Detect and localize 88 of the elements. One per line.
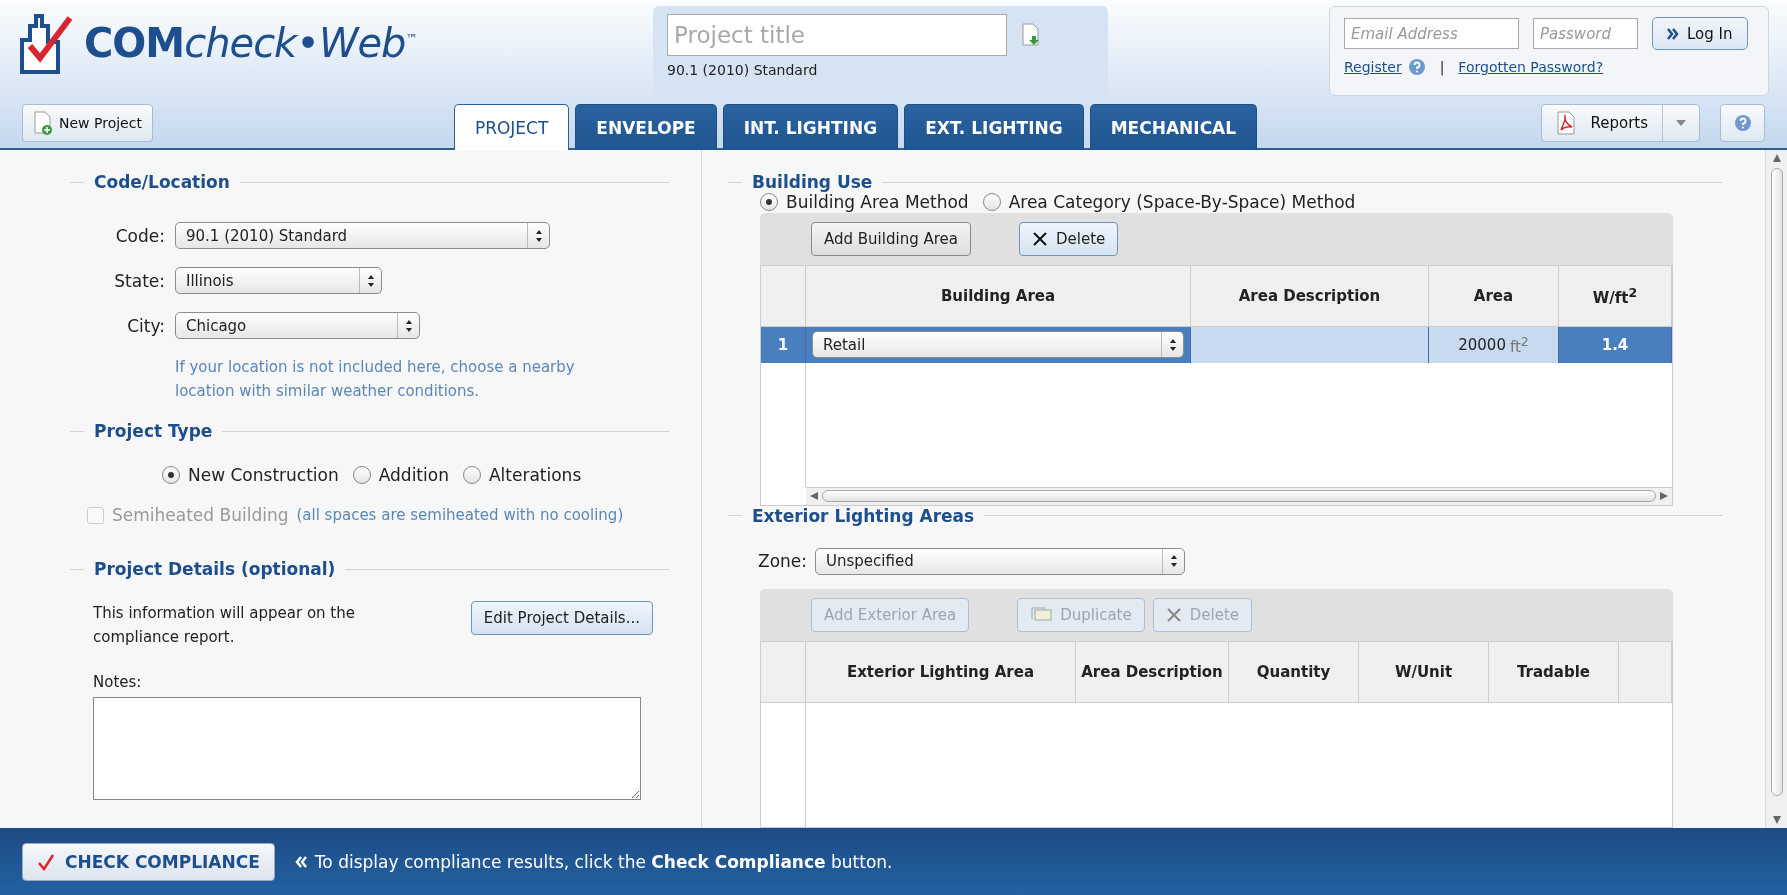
checkmark-icon bbox=[37, 852, 55, 871]
check-compliance-button[interactable]: CHECK COMPLIANCE bbox=[22, 842, 275, 881]
section-title: Exterior Lighting Areas bbox=[752, 506, 975, 526]
note-text: (all spaces are semiheated with no cooling) bbox=[296, 506, 624, 524]
password-field[interactable]: Password bbox=[1533, 18, 1638, 49]
copy-icon bbox=[1030, 607, 1053, 623]
updown-arrow-icon bbox=[366, 273, 375, 288]
radio-label: Area Category (Space-By-Space) Method bbox=[1008, 192, 1356, 213]
column-header: Area bbox=[1429, 265, 1559, 327]
radio-label: Addition bbox=[378, 465, 449, 485]
field-label: Code: bbox=[115, 225, 165, 246]
tab[interactable]: MECHANICAL bbox=[1089, 104, 1258, 150]
field-label: City: bbox=[127, 315, 165, 336]
radio-button[interactable] bbox=[982, 193, 1001, 212]
tab[interactable]: PROJECT bbox=[453, 104, 570, 150]
building-area-dropdown[interactable]: Retail bbox=[812, 331, 1184, 359]
separator-text: | bbox=[1439, 59, 1445, 75]
double-chevron-icon bbox=[294, 855, 307, 868]
up-arrow-icon[interactable] bbox=[1772, 154, 1781, 162]
section-title: Code/Location bbox=[94, 172, 230, 192]
status-message: To display compliance results, click the Check Compliance button. bbox=[314, 851, 893, 872]
radio-button[interactable] bbox=[352, 466, 371, 484]
radio-label: New Construction bbox=[188, 465, 339, 485]
radio-label: Building Area Method bbox=[786, 192, 969, 213]
help-icon[interactable] bbox=[1407, 58, 1426, 76]
tab[interactable]: ENVELOPE bbox=[575, 104, 717, 150]
email-field[interactable]: Email Address bbox=[1344, 18, 1519, 49]
info-text: This information will appear on the compliance report. bbox=[93, 603, 356, 648]
project-title-field[interactable]: Project title bbox=[667, 14, 1007, 56]
updown-arrow-icon bbox=[404, 318, 413, 333]
zone-dropdown[interactable]: Unspecified bbox=[815, 548, 1185, 575]
updown-arrow-icon bbox=[1169, 554, 1178, 569]
row-number[interactable]: 1 bbox=[761, 326, 806, 363]
register-link[interactable]: Register bbox=[1344, 59, 1402, 75]
section-title: Building Use bbox=[752, 172, 873, 192]
table-cell: 1.4 bbox=[1559, 326, 1672, 363]
document-plus-icon bbox=[33, 111, 53, 136]
pdf-document-icon bbox=[1556, 111, 1577, 136]
description-cell[interactable] bbox=[1191, 326, 1429, 363]
radio-button[interactable] bbox=[760, 193, 778, 212]
reports-button[interactable]: Reports bbox=[1542, 105, 1663, 142]
caret-icon bbox=[1676, 120, 1686, 127]
column-header: Quantity bbox=[1229, 642, 1359, 703]
field-label: State: bbox=[114, 270, 165, 291]
dropdown[interactable]: 90.1 (2010) Standard bbox=[175, 222, 550, 249]
tab[interactable]: INT. LIGHTING bbox=[722, 104, 899, 150]
column-header: Building Area bbox=[806, 265, 1191, 327]
horizontal-scrollbar[interactable] bbox=[806, 486, 1672, 505]
help-icon bbox=[1733, 114, 1752, 133]
hint-text: If your location is not included here, choose a nearby location with similar weather conditions. bbox=[175, 357, 576, 402]
radio-label: Alterations bbox=[488, 465, 582, 485]
column-header: W/Unit bbox=[1359, 642, 1489, 703]
section-title: Project Type bbox=[94, 421, 213, 441]
column-header: Exterior Lighting Area bbox=[806, 642, 1076, 703]
field-label: Zone: bbox=[758, 551, 807, 572]
dropdown[interactable]: Illinois bbox=[175, 267, 382, 294]
column-header: Area Description bbox=[1076, 642, 1229, 703]
code-text: 90.1 (2010) Standard bbox=[667, 62, 819, 78]
edit-details-button[interactable]: Edit Project Details... bbox=[470, 601, 653, 635]
left-arrow-icon[interactable] bbox=[810, 492, 818, 501]
updown-arrow-icon bbox=[1168, 337, 1177, 352]
radio-button[interactable] bbox=[162, 466, 180, 484]
double-chevron-icon bbox=[1667, 27, 1679, 40]
column-header: W/ft$^{2}$ bbox=[1559, 265, 1672, 327]
notes-label: Notes: bbox=[93, 673, 143, 691]
right-arrow-icon[interactable] bbox=[1660, 492, 1668, 501]
new-project-button[interactable]: New Project bbox=[22, 104, 153, 143]
delete-button[interactable]: Delete bbox=[1018, 221, 1119, 256]
area-cell[interactable]: 20000 ft$^{2}$ bbox=[1429, 326, 1559, 363]
checkbox-label: Semiheated Building bbox=[112, 505, 289, 525]
dropdown[interactable]: Chicago bbox=[175, 312, 420, 339]
login-button[interactable]: Log In bbox=[1652, 17, 1748, 50]
vertical-scrollbar[interactable] bbox=[1765, 150, 1787, 828]
x-icon bbox=[1165, 607, 1182, 623]
radio-button[interactable] bbox=[462, 466, 481, 484]
add-button[interactable]: Add Building Area bbox=[811, 221, 971, 256]
down-arrow-icon[interactable] bbox=[1772, 816, 1781, 824]
notes-field[interactable] bbox=[93, 697, 641, 800]
logo-text: COMcheck•Web$^{™}$ bbox=[84, 20, 417, 66]
help-button[interactable] bbox=[1720, 104, 1765, 143]
column-header: Area Description bbox=[1191, 265, 1429, 327]
column-header: Tradable bbox=[1489, 642, 1619, 703]
updown-arrow-icon bbox=[534, 228, 543, 243]
forgot-password-link[interactable]: Forgotten Password? bbox=[1458, 59, 1604, 75]
x-icon bbox=[1031, 230, 1048, 247]
document-download-icon bbox=[1021, 23, 1041, 47]
section-title: Project Details (optional) bbox=[94, 559, 336, 579]
tab[interactable]: EXT. LIGHTING bbox=[904, 104, 1084, 150]
